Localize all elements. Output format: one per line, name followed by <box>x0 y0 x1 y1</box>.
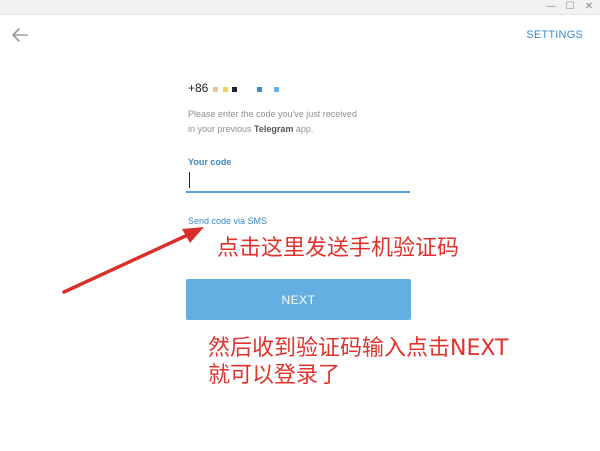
hint-line-2: in your previous Telegram app. <box>188 122 357 137</box>
hint-line-2-prefix: in your previous <box>188 124 255 134</box>
minimize-icon[interactable]: — <box>542 0 560 14</box>
next-button[interactable]: NEXT <box>186 279 411 320</box>
redaction-block <box>223 87 228 92</box>
annotation-line-1: 然后收到验证码输入点击NEXT <box>208 336 509 361</box>
redaction-block <box>232 87 237 92</box>
redaction-block <box>213 87 218 92</box>
hint-line-2-suffix: app. <box>293 124 314 134</box>
phone-number-prefix: +86 <box>188 81 209 95</box>
annotation-text-sms: 点击这里发送手机验证码 <box>217 236 460 261</box>
close-icon[interactable]: ✕ <box>580 0 598 14</box>
code-hint-text: Please enter the code you've just receiv… <box>188 107 357 137</box>
annotation-line-2: 就可以登录了 <box>208 363 341 388</box>
hint-line-1: Please enter the code you've just receiv… <box>188 109 357 119</box>
text-cursor <box>189 172 190 188</box>
arrow-left-icon[interactable] <box>10 26 30 44</box>
redaction-block <box>274 87 279 92</box>
settings-button[interactable]: SETTINGS <box>526 29 583 41</box>
code-input[interactable] <box>186 169 410 193</box>
redaction-block <box>257 87 262 92</box>
code-field-label: Your code <box>188 157 232 167</box>
hint-app-name: Telegram <box>254 124 294 134</box>
annotation-text-next: 然后收到验证码输入点击NEXT 就可以登录了 <box>208 335 508 389</box>
window-titlebar: — ☐ ✕ <box>0 0 600 15</box>
maximize-icon[interactable]: ☐ <box>561 0 579 14</box>
send-code-via-sms-link[interactable]: Send code via SMS <box>188 216 267 226</box>
